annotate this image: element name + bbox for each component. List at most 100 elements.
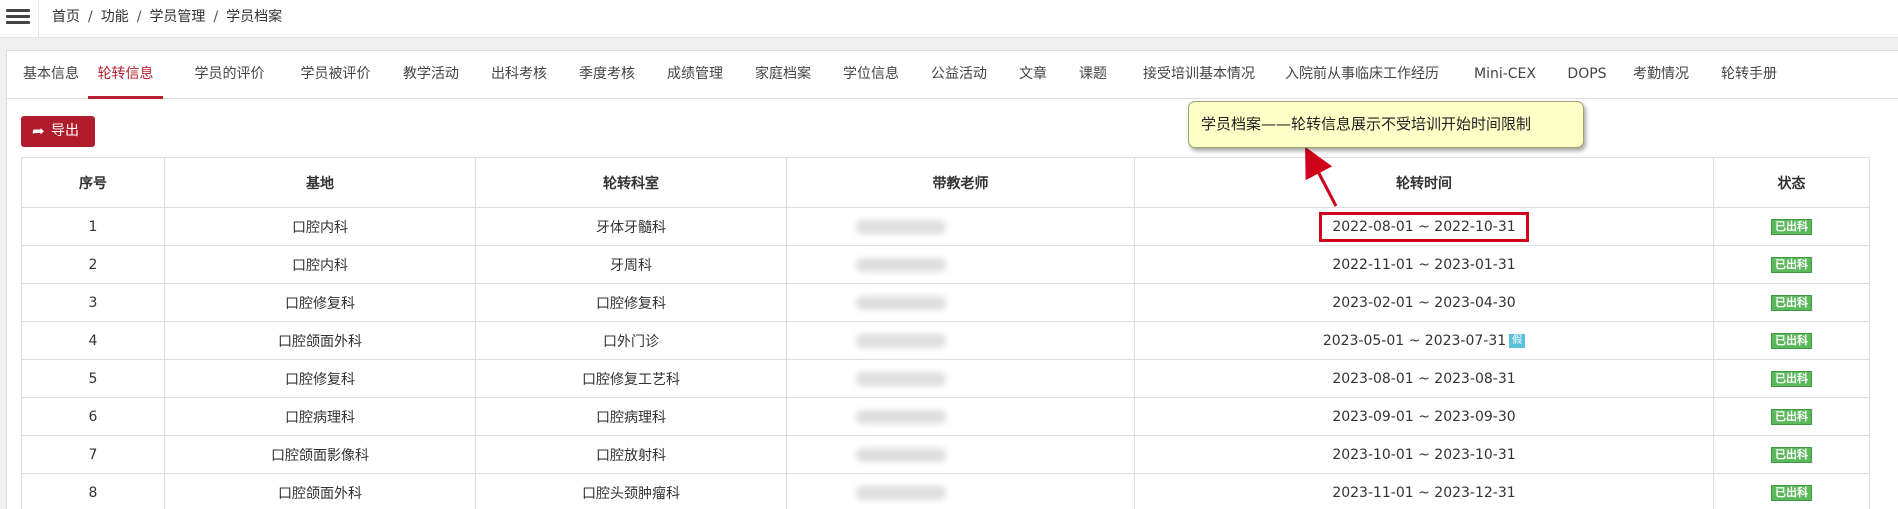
- breadcrumb-student-management[interactable]: 学员管理: [149, 9, 205, 25]
- header-base: 基地: [164, 157, 476, 208]
- cell-time: 2023-11-01 ~ 2023-12-31: [1134, 473, 1714, 509]
- redacted-teacher: [855, 333, 946, 348]
- tab-teaching-activities[interactable]: 教学活动: [400, 51, 462, 99]
- status-badge: 已出科: [1771, 333, 1812, 349]
- table-header-row: 序号 基地 轮转科室 带教老师 轮转时间 状态: [21, 157, 1870, 208]
- tab-student-evaluations[interactable]: 学员的评价: [192, 51, 267, 99]
- redacted-teacher: [855, 219, 946, 234]
- cell-time: 2023-10-01 ~ 2023-10-31: [1134, 435, 1714, 474]
- table-row: 3 口腔修复科 口腔修复科 2023-02-01 ~ 2023-04-30 已出…: [21, 283, 1870, 322]
- cell-dept: 口腔病理科: [475, 397, 787, 436]
- cell-teacher: [786, 321, 1135, 360]
- cell-base: 口腔颌面外科: [164, 321, 476, 360]
- breadcrumb-function[interactable]: 功能: [101, 9, 129, 25]
- table-row: 7 口腔颌面影像科 口腔放射科 2023-10-01 ~ 2023-10-31 …: [21, 435, 1870, 474]
- cell-status: 已出科: [1713, 283, 1870, 322]
- cell-teacher: [786, 245, 1135, 284]
- tab-rotation-info[interactable]: 轮转信息: [88, 51, 163, 99]
- export-button[interactable]: ➦ 导出: [21, 116, 95, 147]
- tab-clinical-experience[interactable]: 入院前从事临床工作经历: [1279, 51, 1445, 99]
- cell-status: 已出科: [1713, 473, 1870, 509]
- tab-quarterly-assessment[interactable]: 季度考核: [576, 51, 638, 99]
- status-badge: 已出科: [1771, 485, 1812, 501]
- tab-grade-management[interactable]: 成绩管理: [664, 51, 726, 99]
- table-row: 4 口腔颌面外科 口外门诊 2023-05-01 ~ 2023-07-31 假 已…: [21, 321, 1870, 360]
- cell-no: 2: [21, 245, 165, 284]
- redacted-teacher: [855, 295, 946, 310]
- cell-status: 已出科: [1713, 397, 1870, 436]
- cell-dept: 口腔修复科: [475, 283, 787, 322]
- tab-family-archive[interactable]: 家庭档案: [752, 51, 814, 99]
- tab-projects[interactable]: 课题: [1076, 51, 1110, 99]
- cell-status: 已出科: [1713, 359, 1870, 398]
- status-badge: 已出科: [1771, 371, 1812, 387]
- status-badge: 已出科: [1771, 409, 1812, 425]
- cell-base: 口腔修复科: [164, 359, 476, 398]
- header-status: 状态: [1713, 157, 1870, 208]
- cell-base: 口腔内科: [164, 245, 476, 284]
- tab-rotation-handbook[interactable]: 轮转手册: [1718, 51, 1780, 99]
- export-label: 导出: [51, 123, 79, 139]
- cell-base: 口腔修复科: [164, 283, 476, 322]
- table-row: 6 口腔病理科 口腔病理科 2023-09-01 ~ 2023-09-30 已出…: [21, 397, 1870, 436]
- tab-degree-info[interactable]: 学位信息: [840, 51, 902, 99]
- status-badge: 已出科: [1771, 257, 1812, 273]
- breadcrumb-home[interactable]: 首页: [52, 9, 80, 25]
- cell-time: 2023-02-01 ~ 2023-04-30: [1134, 283, 1714, 322]
- cell-dept: 口腔修复工艺科: [475, 359, 787, 398]
- cell-no: 6: [21, 397, 165, 436]
- cell-status: 已出科: [1713, 245, 1870, 284]
- tab-dops[interactable]: DOPS: [1562, 51, 1612, 99]
- table-row: 5 口腔修复科 口腔修复工艺科 2023-08-01 ~ 2023-08-31 …: [21, 359, 1870, 398]
- header-teacher: 带教老师: [786, 157, 1135, 208]
- tab-training-basics[interactable]: 接受培训基本情况: [1135, 51, 1263, 99]
- annotation-callout: 学员档案——轮转信息展示不受培训开始时间限制: [1188, 101, 1584, 148]
- top-bar: 首页 / 功能 / 学员管理 / 学员档案: [0, 0, 1898, 38]
- leave-tag: 假: [1509, 333, 1526, 348]
- redacted-teacher: [855, 371, 946, 386]
- time-text: 2023-05-01 ~ 2023-07-31: [1322, 332, 1507, 349]
- tab-basic-info[interactable]: 基本信息: [21, 51, 81, 99]
- breadcrumb-separator: /: [213, 9, 219, 25]
- cell-dept: 牙体牙髓科: [475, 207, 787, 246]
- tab-student-evaluated[interactable]: 学员被评价: [298, 51, 373, 99]
- redacted-teacher: [855, 257, 946, 272]
- breadcrumb-separator: /: [88, 9, 93, 25]
- cell-base: 口腔内科: [164, 207, 476, 246]
- tab-mini-cex[interactable]: Mini-CEX: [1470, 51, 1540, 99]
- redacted-teacher: [855, 409, 946, 424]
- cell-base: 口腔颌面外科: [164, 473, 476, 509]
- cell-no: 1: [21, 207, 165, 246]
- table-row: 1 口腔内科 牙体牙髓科 2022-08-01 ~ 2022-10-31 已出科: [21, 207, 1870, 246]
- cell-status: 已出科: [1713, 321, 1870, 360]
- cell-dept: 口腔头颈肿瘤科: [475, 473, 787, 509]
- tab-attendance[interactable]: 考勤情况: [1630, 51, 1692, 99]
- cell-no: 7: [21, 435, 165, 474]
- cell-dept: 牙周科: [475, 245, 787, 284]
- cell-time: 2022-11-01 ~ 2023-01-31: [1134, 245, 1714, 284]
- cell-base: 口腔病理科: [164, 397, 476, 436]
- hamburger-menu-icon[interactable]: [6, 6, 30, 28]
- cell-teacher: [786, 435, 1135, 474]
- cell-no: 3: [21, 283, 165, 322]
- breadcrumb-separator: /: [136, 9, 142, 25]
- cell-time: 2022-08-01 ~ 2022-10-31: [1134, 207, 1714, 246]
- tab-public-welfare[interactable]: 公益活动: [928, 51, 990, 99]
- cell-teacher: [786, 283, 1135, 322]
- table-row: 8 口腔颌面外科 口腔头颈肿瘤科 2023-11-01 ~ 2023-12-31…: [21, 473, 1870, 509]
- tab-bar: 基本信息 轮转信息 学员的评价 学员被评价 教学活动 出科考核 季度考核 成绩管…: [7, 51, 1898, 99]
- table-row: 2 口腔内科 牙周科 2022-11-01 ~ 2023-01-31 已出科: [21, 245, 1870, 284]
- header-no: 序号: [21, 157, 165, 208]
- highlighted-rotation-time: 2022-08-01 ~ 2022-10-31: [1319, 211, 1529, 242]
- share-arrow-icon: ➦: [32, 122, 45, 140]
- status-badge: 已出科: [1771, 219, 1812, 235]
- cell-dept: 口腔放射科: [475, 435, 787, 474]
- breadcrumb-student-archive: 学员档案: [226, 9, 283, 25]
- cell-status: 已出科: [1713, 207, 1870, 246]
- tab-articles[interactable]: 文章: [1016, 51, 1050, 99]
- cell-teacher: [786, 359, 1135, 398]
- redacted-teacher: [855, 447, 946, 462]
- cell-base: 口腔颌面影像科: [164, 435, 476, 474]
- rotation-table: 序号 基地 轮转科室 带教老师 轮转时间 状态 1 口腔内科 牙体牙髓科 202…: [21, 157, 1870, 509]
- tab-exit-assessment[interactable]: 出科考核: [488, 51, 550, 99]
